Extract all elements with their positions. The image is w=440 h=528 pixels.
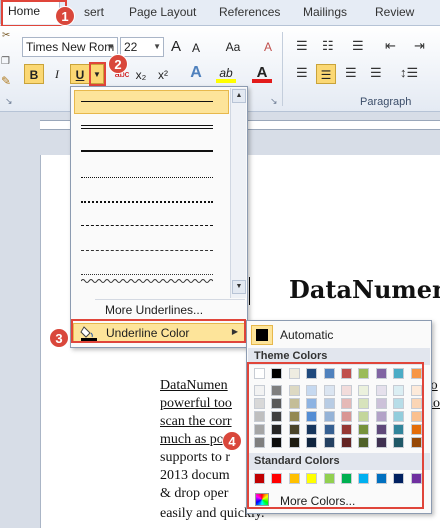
step-badge-4: 4: [222, 431, 242, 451]
underline-list-scrollbar[interactable]: ▲ ▼: [230, 88, 246, 298]
underline-style-menu: ▲ ▼ More Underlines... Underline Color ▶: [70, 86, 248, 348]
font-size-value: 22: [124, 40, 138, 54]
scroll-down-button[interactable]: ▼: [232, 280, 246, 294]
align-right-icon[interactable]: ☰: [345, 65, 357, 81]
automatic-color-swatch[interactable]: [251, 325, 273, 345]
paragraph-group-label: Paragraph: [360, 96, 412, 108]
subscript-button[interactable]: x₂: [131, 65, 151, 85]
underline-option-dot-dash[interactable]: [81, 250, 213, 251]
underline-dropdown-highlight-box: [89, 62, 106, 86]
menu-divider: [95, 299, 245, 300]
align-center-icon: ☰: [320, 68, 332, 82]
justify-icon[interactable]: ☰: [370, 65, 382, 81]
shrink-font-button[interactable]: A: [186, 38, 206, 58]
font-launcher-icon[interactable]: ↘: [270, 96, 278, 107]
align-left-icon[interactable]: ☰: [296, 65, 308, 81]
underline-option-words[interactable]: [81, 125, 213, 129]
format-painter-icon[interactable]: ✎: [1, 74, 11, 88]
underline-option-wave[interactable]: [81, 278, 213, 284]
automatic-color-chip: [256, 329, 268, 341]
underline-option-dotted[interactable]: [81, 177, 213, 178]
scroll-up-button[interactable]: ▲: [232, 89, 246, 103]
palette-highlight-box: [247, 362, 424, 509]
chevron-down-icon: ▼: [107, 42, 115, 51]
step-badge-2: 2: [108, 54, 128, 74]
font-name-field[interactable]: Times New Rom ▼: [22, 37, 118, 57]
underline-option-dot-dot-dash[interactable]: [81, 274, 213, 275]
decrease-indent-icon[interactable]: ⇤: [385, 38, 396, 54]
underline-option-thick[interactable]: [81, 150, 213, 152]
numbering-icon[interactable]: ☷: [322, 38, 334, 54]
underline-button[interactable]: U: [70, 64, 90, 84]
automatic-color-label[interactable]: Automatic: [280, 328, 333, 342]
chevron-up-icon: ▲: [235, 92, 243, 99]
increase-indent-icon[interactable]: ⇥: [414, 38, 425, 54]
clear-formatting-button[interactable]: A: [258, 37, 278, 57]
grow-font-button[interactable]: A: [166, 37, 186, 57]
font-size-field[interactable]: 22 ▼: [120, 37, 164, 57]
align-center-button[interactable]: ☰: [316, 64, 336, 84]
underline-option-thick-dotted[interactable]: [81, 201, 213, 203]
copy-icon[interactable]: ❐: [1, 56, 10, 67]
tab-references[interactable]: References: [219, 5, 280, 19]
underline-option-single[interactable]: [81, 101, 213, 102]
multilevel-list-icon[interactable]: ☰: [352, 38, 364, 54]
clipboard-launcher-icon[interactable]: ↘: [5, 96, 13, 107]
change-case-button[interactable]: Aa: [220, 37, 246, 57]
tab-review[interactable]: Review: [375, 5, 414, 19]
font-color-button[interactable]: A: [252, 63, 272, 83]
bold-button[interactable]: B: [24, 64, 44, 84]
chevron-down-icon: ▼: [153, 42, 161, 51]
superscript-button[interactable]: x²: [153, 65, 173, 85]
underline-option-dashed[interactable]: [81, 225, 213, 226]
bullets-icon[interactable]: ☰: [296, 38, 308, 54]
tab-page-layout[interactable]: Page Layout: [129, 5, 196, 19]
tab-insert[interactable]: sert: [84, 5, 104, 19]
highlight-color-button[interactable]: ab: [216, 63, 236, 83]
underline-color-highlight-box: [71, 319, 246, 343]
group-separator: [282, 32, 283, 106]
line-spacing-icon[interactable]: ↕☰: [400, 65, 418, 81]
font-name-value: Times New Rom: [26, 40, 115, 54]
cut-icon[interactable]: ✂: [2, 30, 10, 41]
text-effects-button[interactable]: A: [186, 63, 206, 83]
step-badge-3: 3: [49, 328, 69, 348]
tab-mailings[interactable]: Mailings: [303, 5, 347, 19]
more-underlines-item[interactable]: More Underlines...: [105, 303, 203, 317]
chevron-down-icon: ▼: [235, 283, 243, 290]
underline-option-selected[interactable]: [74, 90, 229, 114]
step-badge-1: 1: [55, 6, 75, 26]
underline-style-list: [72, 88, 230, 296]
italic-button[interactable]: I: [47, 64, 67, 84]
